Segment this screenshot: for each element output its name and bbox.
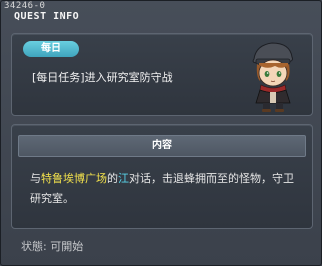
npc-portrait-icon xyxy=(252,42,293,112)
quest-name: [每日任务]进入研究室防守战 xyxy=(32,71,173,84)
daily-badge: 每日 xyxy=(23,41,79,57)
status-label: 状態: xyxy=(21,240,47,253)
quest-info-window: 34246-0 QUEST INFO 每日 [每日任务]进入研究室防守战 内容 … xyxy=(0,0,322,266)
quest-content-panel: 内容 与特鲁埃博广场的江对话，击退蜂拥而至的怪物，守卫研究室。 xyxy=(11,124,313,229)
content-description: 与特鲁埃博广场的江对话，击退蜂拥而至的怪物，守卫研究室。 xyxy=(30,169,298,209)
description-text: 与 xyxy=(30,172,41,185)
window-title: QUEST INFO xyxy=(14,11,80,22)
npc-link: 江 xyxy=(118,172,129,185)
quest-status: 状態: 可開始 xyxy=(21,238,83,254)
quest-id: 34246-0 xyxy=(4,1,46,11)
location-link: 特鲁埃博广场 xyxy=(41,172,107,185)
status-value: 可開始 xyxy=(50,240,84,253)
quest-summary-panel: 每日 [每日任务]进入研究室防守战 xyxy=(11,33,313,116)
content-header: 内容 xyxy=(18,135,306,157)
description-text: 的 xyxy=(107,172,118,185)
